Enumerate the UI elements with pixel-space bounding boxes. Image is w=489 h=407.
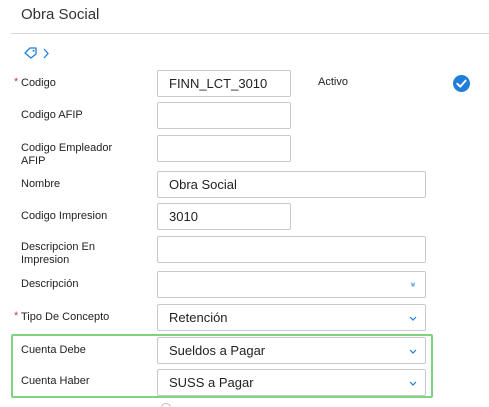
- chevron-right-icon[interactable]: [42, 48, 50, 59]
- descripcion-label: Descripción: [21, 278, 79, 290]
- cuenta-haber-select[interactable]: SUSS a Pagar: [157, 369, 426, 396]
- activo-label: Activo: [318, 76, 348, 88]
- chevron-down-icon[interactable]: [409, 316, 417, 321]
- codigo-input[interactable]: FINN_LCT_3010: [157, 70, 291, 97]
- codigo-label: Codigo: [21, 77, 56, 89]
- cuenta-debe-label: Cuenta Debe: [21, 344, 86, 356]
- codigo-afip-label: Codigo AFIP: [21, 109, 83, 121]
- chevron-down-icon[interactable]: [409, 381, 417, 386]
- cuenta-debe-select[interactable]: Sueldos a Pagar: [157, 337, 426, 364]
- tipo-de-concepto-select[interactable]: Retención: [157, 304, 426, 331]
- double-chevron-down-icon[interactable]: [409, 282, 417, 287]
- nombre-label: Nombre: [21, 178, 61, 190]
- chevron-down-icon[interactable]: [409, 349, 417, 354]
- descripcion-select[interactable]: [157, 271, 426, 298]
- title-divider: [11, 33, 489, 34]
- cuenta-haber-value: SUSS a Pagar: [169, 375, 254, 390]
- form-title: Obra Social: [21, 6, 100, 23]
- codigo-impresion-label: Codigo Impresion: [21, 210, 108, 222]
- codigo-impresion-input[interactable]: 3010: [157, 203, 291, 230]
- descripcion-en-impresion-label-line1: Descripcion En: [21, 241, 95, 253]
- codigo-empleador-afip-input[interactable]: [157, 135, 291, 162]
- descripcion-en-impresion-label: Descripcion En Impresion: [21, 241, 95, 267]
- codigo-empleador-afip-label-line2: AFIP: [21, 155, 46, 167]
- tipo-de-concepto-label: Tipo De Concepto: [21, 311, 110, 323]
- codigo-afip-input[interactable]: [157, 102, 291, 129]
- nombre-input[interactable]: Obra Social: [157, 171, 426, 198]
- codigo-empleador-afip-label-line1: Codigo Empleador: [21, 142, 113, 154]
- required-marker: *: [14, 76, 19, 88]
- partial-radio-button[interactable]: [161, 403, 171, 407]
- tag-icon[interactable]: [24, 47, 38, 59]
- cuenta-haber-label: Cuenta Haber: [21, 375, 90, 387]
- required-marker: *: [14, 310, 19, 322]
- descripcion-en-impresion-input[interactable]: [157, 236, 426, 263]
- cuenta-debe-value: Sueldos a Pagar: [169, 343, 266, 358]
- descripcion-en-impresion-label-line2: Impresion: [21, 254, 70, 266]
- tipo-de-concepto-value: Retención: [169, 310, 228, 325]
- codigo-empleador-afip-label: Codigo Empleador AFIP: [21, 142, 112, 168]
- activo-checkbox[interactable]: [453, 75, 470, 92]
